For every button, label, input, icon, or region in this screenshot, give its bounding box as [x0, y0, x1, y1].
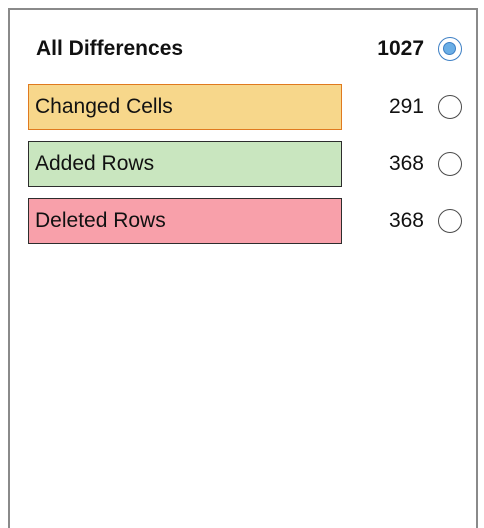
filter-row-all-differences[interactable]: All Differences 1027	[28, 26, 468, 72]
differences-filter-panel: All Differences 1027 Changed Cells 291 A…	[8, 8, 478, 528]
filter-radio-deleted-rows[interactable]	[438, 209, 462, 233]
filter-count-deleted-rows: 368	[388, 209, 424, 232]
filter-count-all-differences: 1027	[377, 37, 424, 60]
filter-row-changed-cells[interactable]: Changed Cells 291	[28, 84, 468, 130]
filter-label-deleted-rows: Deleted Rows	[28, 198, 342, 244]
filter-label-changed-cells: Changed Cells	[28, 84, 342, 130]
filter-count-added-rows: 368	[388, 152, 424, 175]
filter-count-changed-cells: 291	[388, 95, 424, 118]
filter-radio-changed-cells[interactable]	[438, 95, 462, 119]
filter-row-deleted-rows[interactable]: Deleted Rows 368	[28, 198, 468, 244]
filter-radio-all-differences[interactable]	[438, 37, 462, 61]
filter-label-all-differences: All Differences	[36, 37, 184, 60]
filter-label-added-rows: Added Rows	[28, 141, 342, 187]
filter-row-added-rows[interactable]: Added Rows 368	[28, 141, 468, 187]
radio-selected-dot	[443, 42, 456, 55]
filter-radio-added-rows[interactable]	[438, 152, 462, 176]
